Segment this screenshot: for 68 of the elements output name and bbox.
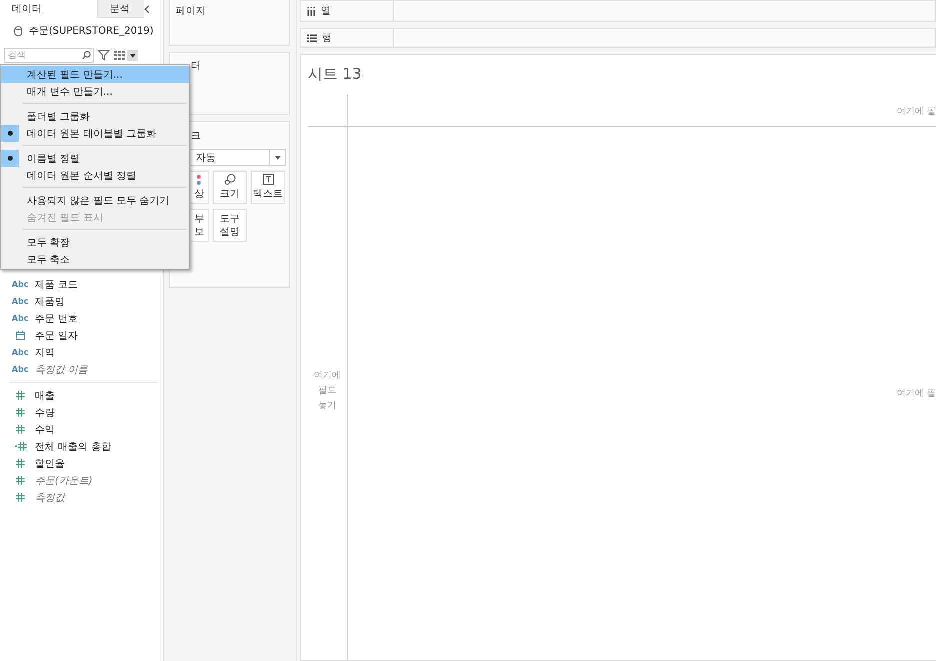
text-button[interactable]: 텍스트 (251, 171, 285, 204)
field-name[interactable]: 제품명 (35, 294, 65, 308)
number-type-icon (16, 493, 25, 502)
menu-item[interactable]: 사용되지 않은 필드 모두 숨기기 (1, 192, 189, 209)
search-field[interactable]: 검색 (4, 48, 94, 63)
card-title: 페이지 (176, 5, 207, 18)
card-title: 크 (191, 130, 202, 143)
field-name[interactable]: 수익 (35, 422, 55, 436)
shelf[interactable]: 행 (300, 28, 936, 48)
number-type-icon (16, 408, 25, 417)
columns-icon (307, 6, 316, 16)
shelf[interactable]: 열 (300, 0, 936, 22)
field-name[interactable]: 주문 번호 (35, 312, 78, 326)
text-type-icon: Abc (12, 280, 29, 289)
drop-hint: 여기에 필 (897, 106, 936, 118)
card-title: 터 (191, 60, 202, 73)
sheet-title: 시트 13 (308, 65, 363, 85)
field-name[interactable]: 주문(카운트) (35, 474, 93, 488)
database-icon (14, 26, 23, 36)
field-name[interactable]: 지역 (35, 346, 55, 360)
mark-type-dropdown[interactable]: 자동 (191, 149, 286, 166)
drop-hint: 여기에 필드 놓기 (314, 370, 342, 413)
field-name[interactable]: 제품 코드 (35, 278, 78, 292)
menu-item[interactable]: 매개 변수 만들기... (1, 83, 189, 100)
tooltip-button[interactable]: 도구 설명 (213, 209, 247, 242)
field-name[interactable]: 주문 일자 (35, 328, 78, 342)
grid-view-icon (114, 51, 126, 60)
rows-icon (307, 34, 317, 42)
text-icon (262, 174, 274, 185)
color-dots-icon (197, 174, 202, 184)
size-button[interactable]: 크기 (213, 171, 247, 204)
size-circles-icon (224, 174, 236, 185)
menu-item[interactable]: 계산된 필드 만들기... (1, 66, 189, 83)
panel-tab[interactable]: 분석 (97, 0, 144, 18)
menu-item[interactable]: 데이터 원본 테이블별 그룹화 (1, 125, 189, 142)
field-name[interactable]: 측정값 이름 (35, 362, 88, 376)
menu-item[interactable]: 모두 축소 (1, 251, 189, 268)
caret-icon (130, 54, 136, 58)
menu-item[interactable]: 데이터 원본 순서별 정렬 (1, 167, 189, 184)
number-type-icon (16, 476, 25, 485)
text-type-icon: Abc (12, 348, 29, 357)
field-name[interactable]: 할인율 (35, 456, 65, 470)
field-name[interactable]: 측정값 (35, 490, 65, 504)
field-name[interactable]: 전체 매출의 총합 (35, 440, 112, 454)
drop-hint: 여기에 필 (897, 388, 936, 400)
text-type-icon: Abc (12, 314, 29, 323)
color-button[interactable]: 상 (191, 171, 209, 204)
data-source-name[interactable]: 주문(SUPERSTORE_2019) (29, 24, 154, 38)
text-type-icon: Abc (12, 365, 29, 374)
filter-icon (98, 50, 110, 61)
menu-item[interactable]: 이름별 정렬 (1, 150, 189, 167)
text-type-icon: Abc (12, 297, 29, 306)
caret-icon (274, 156, 280, 160)
collapse-icon (144, 4, 151, 14)
field-name[interactable]: 매출 (35, 388, 55, 402)
field-name[interactable]: 수량 (35, 406, 55, 420)
number-type-icon (16, 459, 25, 468)
number-type-icon (16, 425, 25, 434)
shelf-label: 행 (322, 32, 332, 45)
number-type-icon (16, 391, 25, 400)
calendar-icon (16, 331, 25, 340)
menu-item[interactable]: 모두 확장 (1, 234, 189, 251)
dropdown-button[interactable] (127, 50, 138, 61)
calculated-number-icon (14, 442, 26, 451)
search-icon (82, 51, 91, 60)
detail-button[interactable]: 부 보 (191, 209, 209, 242)
shelf-label: 열 (321, 5, 331, 18)
menu-item[interactable]: 폴더별 그룹화 (1, 108, 189, 125)
